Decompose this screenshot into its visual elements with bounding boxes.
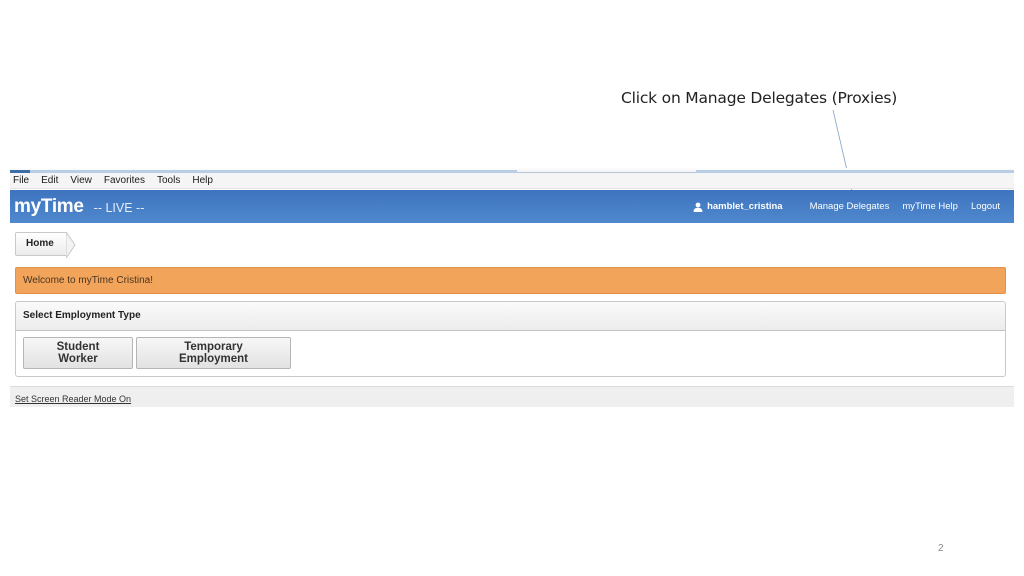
menu-tools[interactable]: Tools — [156, 175, 181, 186]
temporary-employment-button[interactable]: Temporary Employment — [136, 337, 291, 369]
breadcrumb-home[interactable]: Home — [15, 232, 76, 258]
breadcrumb-home-label: Home — [26, 238, 54, 249]
callout-annotation: Click on Manage Delegates (Proxies) — [621, 89, 898, 107]
username: hamblet_cristina — [707, 201, 783, 212]
browser-menu-bar: File Edit View Favorites Tools Help — [10, 173, 1014, 189]
logout-link[interactable]: Logout — [971, 201, 1000, 212]
menu-file[interactable]: File — [12, 175, 30, 186]
menu-help[interactable]: Help — [191, 175, 214, 186]
menu-favorites[interactable]: Favorites — [103, 175, 146, 186]
page-footer: Set Screen Reader Mode On — [10, 386, 1014, 407]
menu-view[interactable]: View — [69, 175, 93, 186]
app-header: myTime -- LIVE -- hamblet_cristina Manag… — [10, 190, 1014, 223]
header-nav: hamblet_cristina Manage Delegates myTime… — [693, 201, 1000, 212]
panel-header: Select Employment Type — [16, 302, 1005, 331]
user-menu[interactable]: hamblet_cristina — [693, 201, 783, 212]
breadcrumb: Home — [15, 232, 76, 258]
student-worker-button[interactable]: Student Worker — [23, 337, 133, 369]
app-logo[interactable]: myTime — [14, 196, 84, 218]
manage-delegates-link[interactable]: Manage Delegates — [810, 201, 890, 212]
slide-number: 2 — [938, 543, 944, 554]
employment-type-panel: Select Employment Type Student Worker Te… — [15, 301, 1006, 377]
user-icon — [693, 202, 703, 212]
browser-screenshot: File Edit View Favorites Tools Help myTi… — [10, 168, 1014, 407]
screen-reader-mode-link[interactable]: Set Screen Reader Mode On — [15, 394, 131, 404]
mytime-help-link[interactable]: myTime Help — [902, 201, 958, 212]
environment-label: -- LIVE -- — [93, 201, 145, 215]
welcome-banner: Welcome to myTime Cristina! — [15, 267, 1006, 294]
menu-edit[interactable]: Edit — [40, 175, 59, 186]
